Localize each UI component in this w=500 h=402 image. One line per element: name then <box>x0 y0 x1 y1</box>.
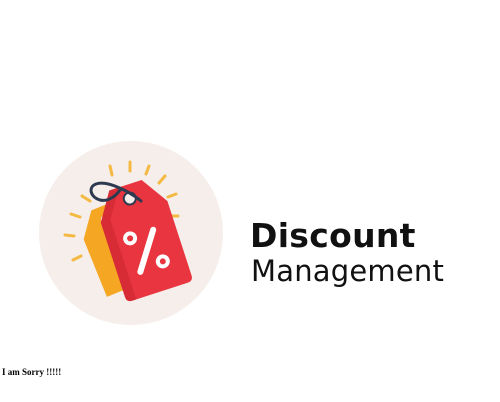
brand-title-primary: Discount <box>250 216 416 255</box>
footnote-text: I am Sorry !!!!! <box>2 367 62 377</box>
brand-title-secondary: Management <box>251 254 445 288</box>
discount-tag-icon <box>39 141 223 325</box>
discount-logo <box>38 140 224 326</box>
page: Discount Management I am Sorry !!!!! <box>0 0 500 402</box>
